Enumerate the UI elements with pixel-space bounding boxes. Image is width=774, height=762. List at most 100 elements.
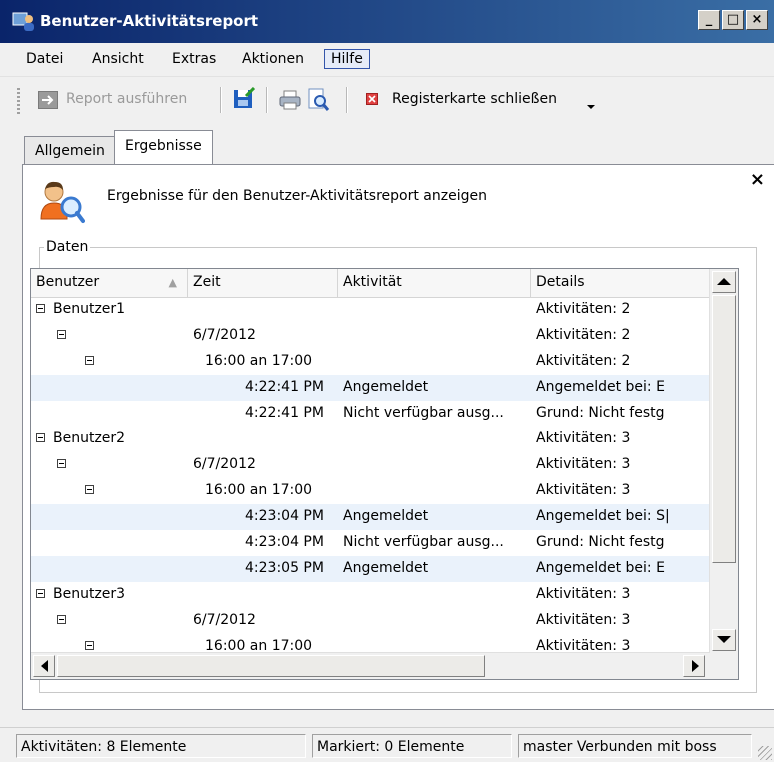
- maximize-button[interactable]: □: [722, 10, 744, 30]
- print-preview-icon[interactable]: [306, 88, 330, 112]
- toolbar-separator: [346, 87, 348, 113]
- table-row[interactable]: 4:23:04 PM Nicht verfügbar ausg... Grund…: [31, 530, 710, 556]
- scroll-right-button[interactable]: [683, 655, 705, 677]
- arrow-left-icon: [41, 660, 48, 672]
- table-row[interactable]: 4:22:41 PM Nicht verfügbar ausg... Grund…: [31, 401, 710, 427]
- cell-time: 16:00 an 17:00: [205, 482, 313, 499]
- cell-time: 6/7/2012: [193, 456, 256, 473]
- cell-time: 4:23:05 PM: [245, 559, 324, 576]
- sort-ascending-icon: ▲: [168, 276, 177, 289]
- menu-ansicht[interactable]: Ansicht: [92, 51, 144, 67]
- scrollbar-corner: [710, 653, 738, 679]
- panel-close-icon[interactable]: ×: [750, 169, 765, 190]
- activity-grid[interactable]: Benutzer ▲ Zeit Aktivität Details Benutz…: [30, 268, 739, 680]
- collapse-toggle-icon[interactable]: [85, 355, 94, 365]
- table-row[interactable]: 6/7/2012 Aktivitäten: 3: [31, 608, 710, 634]
- collapse-toggle-icon[interactable]: [36, 304, 45, 313]
- table-row[interactable]: 16:00 an 17:00 Aktivitäten: 2: [31, 349, 710, 375]
- tab-allgemein[interactable]: Allgemein: [24, 136, 116, 164]
- cell-details: Angemeldet bei: E: [536, 378, 665, 395]
- collapse-toggle-icon[interactable]: [85, 640, 94, 650]
- table-row[interactable]: 6/7/2012 Aktivitäten: 3: [31, 452, 710, 478]
- arrow-right-icon: [692, 660, 699, 672]
- cell-details: Aktivitäten: 3: [536, 585, 631, 602]
- cell-details: Angemeldet bei: E: [536, 559, 665, 576]
- arrow-down-icon: [717, 636, 731, 643]
- column-header-zeit[interactable]: Zeit: [188, 269, 338, 297]
- table-row[interactable]: 4:23:05 PM Angemeldet Angemeldet bei: E: [31, 555, 710, 582]
- scroll-down-button[interactable]: [712, 629, 736, 651]
- cell-details: Aktivitäten: 3: [536, 456, 631, 473]
- collapse-toggle-icon[interactable]: [57, 614, 66, 624]
- table-row[interactable]: 4:23:04 PM Angemeldet Angemeldet bei: S|: [31, 504, 710, 531]
- toolbar-grip[interactable]: [17, 88, 20, 114]
- column-header-label: Details: [536, 274, 585, 290]
- title-bar[interactable]: Benutzer-Aktivitätsreport _ □ ×: [0, 0, 774, 43]
- cell-activity: Angemeldet: [343, 378, 429, 395]
- horizontal-scroll-thumb[interactable]: [57, 655, 485, 677]
- column-header-label: Aktivität: [343, 274, 402, 290]
- cell-details: Grund: Nicht festg: [536, 404, 665, 421]
- cell-details: Aktivitäten: 2: [536, 301, 631, 317]
- toolbar-separator: [220, 87, 222, 113]
- collapse-toggle-icon[interactable]: [57, 459, 66, 469]
- cell-time: 4:22:41 PM: [245, 404, 324, 421]
- app-window: Benutzer-Aktivitätsreport _ □ × Datei An…: [0, 0, 774, 762]
- menu-aktionen[interactable]: Aktionen: [242, 51, 304, 67]
- close-tab-icon: [366, 93, 378, 105]
- cell-user: Benutzer3: [53, 585, 126, 602]
- save-icon[interactable]: [232, 87, 256, 111]
- cell-activity: Angemeldet: [343, 559, 429, 576]
- grid-header: Benutzer ▲ Zeit Aktivität Details: [31, 269, 710, 298]
- vertical-scrollbar[interactable]: [709, 269, 738, 653]
- data-group-label: Daten: [46, 239, 89, 255]
- table-row[interactable]: Benutzer2 Aktivitäten: 3: [31, 426, 710, 452]
- resize-grip-icon[interactable]: [758, 746, 772, 760]
- table-row[interactable]: 16:00 an 17:00 Aktivitäten: 3: [31, 478, 710, 504]
- run-icon: [38, 91, 58, 109]
- close-tab-button[interactable]: Registerkarte schließen: [392, 91, 557, 107]
- cell-activity: Angemeldet: [343, 508, 429, 525]
- arrow-up-icon: [717, 278, 731, 285]
- cell-activity: Nicht verfügbar ausg...: [343, 404, 504, 421]
- app-icon: [12, 12, 34, 31]
- collapse-toggle-icon[interactable]: [57, 329, 66, 339]
- column-header-benutzer[interactable]: Benutzer ▲: [31, 269, 188, 297]
- status-selected-count: Markiert: 0 Elemente: [312, 734, 512, 758]
- run-report-button[interactable]: Report ausführen: [66, 91, 187, 107]
- grid-rows: Benutzer1 Aktivitäten: 2 6/7/2012 Aktivi…: [31, 297, 710, 659]
- table-row[interactable]: 6/7/2012 Aktivitäten: 2: [31, 323, 710, 349]
- table-row[interactable]: 4:22:41 PM Angemeldet Angemeldet bei: E: [31, 374, 710, 401]
- tab-ergebnisse[interactable]: Ergebnisse: [114, 130, 213, 164]
- collapse-toggle-icon[interactable]: [36, 588, 45, 598]
- horizontal-scrollbar[interactable]: [31, 652, 710, 679]
- menu-bar: Datei Ansicht Extras Aktionen Hilfe: [0, 44, 774, 74]
- cell-details: Aktivitäten: 3: [536, 430, 631, 447]
- collapse-toggle-icon[interactable]: [36, 433, 45, 443]
- scroll-left-button[interactable]: [33, 655, 55, 677]
- scroll-up-button[interactable]: [712, 271, 736, 293]
- cell-details: Aktivitäten: 2: [536, 352, 631, 369]
- menu-extras[interactable]: Extras: [172, 51, 216, 67]
- collapse-toggle-icon[interactable]: [85, 485, 94, 495]
- table-row[interactable]: Benutzer3 Aktivitäten: 3: [31, 582, 710, 608]
- window-title: Benutzer-Aktivitätsreport: [40, 12, 259, 30]
- column-header-aktivitaet[interactable]: Aktivität: [338, 269, 531, 297]
- vertical-scroll-thumb[interactable]: [712, 295, 736, 563]
- cell-time: 16:00 an 17:00: [205, 352, 313, 369]
- status-connection: master Verbunden mit boss: [518, 734, 752, 758]
- user-search-icon: [40, 181, 85, 223]
- panel-description: Ergebnisse für den Benutzer-Aktivitätsre…: [107, 188, 487, 204]
- toolbar-separator: [266, 87, 268, 113]
- tab-strip: Allgemein Ergebnisse: [0, 128, 774, 164]
- cell-activity: Nicht verfügbar ausg...: [343, 534, 504, 551]
- column-header-details[interactable]: Details: [531, 269, 710, 297]
- close-button[interactable]: ×: [746, 10, 768, 30]
- menu-hilfe[interactable]: Hilfe: [324, 49, 370, 69]
- table-row[interactable]: Benutzer1 Aktivitäten: 2: [31, 297, 710, 323]
- print-icon[interactable]: [278, 89, 302, 111]
- cell-details: Angemeldet bei: S|: [536, 508, 670, 525]
- overflow-chevron-icon[interactable]: [586, 103, 596, 111]
- menu-datei[interactable]: Datei: [26, 51, 63, 67]
- minimize-button[interactable]: _: [698, 10, 720, 30]
